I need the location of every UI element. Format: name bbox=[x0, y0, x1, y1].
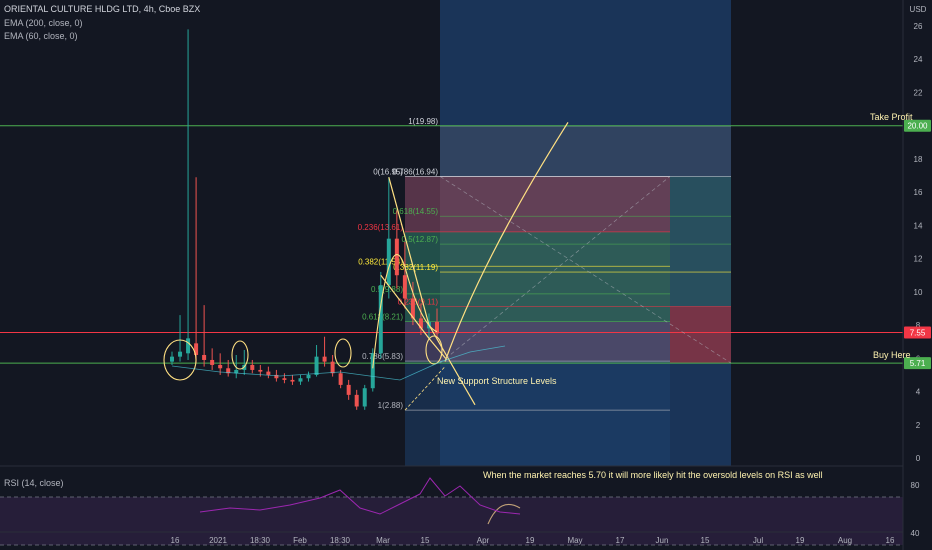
candle-body bbox=[250, 364, 255, 370]
price-tick-label: 2 bbox=[916, 421, 921, 430]
price-tick-label: 10 bbox=[914, 288, 923, 297]
red-risk-box bbox=[670, 306, 731, 364]
fib-lower-label: 0.5(9.88) bbox=[371, 285, 403, 294]
rsi-tick-label: 80 bbox=[911, 481, 920, 490]
candle-body bbox=[290, 379, 295, 382]
fib-upper-label: 0.382(11.19) bbox=[393, 263, 438, 272]
rsi-tick-label: 40 bbox=[911, 529, 920, 538]
zones-layer bbox=[405, 0, 731, 466]
symbol-title: ORIENTAL CULTURE HLDG LTD, 4h, Cboe BZX bbox=[4, 4, 201, 14]
candle-body bbox=[266, 371, 271, 375]
candle-body bbox=[298, 378, 303, 382]
candle-body bbox=[186, 338, 191, 354]
time-tick-label: 18:30 bbox=[250, 536, 271, 545]
time-tick-label: 15 bbox=[701, 536, 710, 545]
price-tick-label: 26 bbox=[914, 22, 923, 31]
time-tick-label: May bbox=[567, 536, 582, 545]
price-tick-label: 24 bbox=[914, 55, 923, 64]
time-tick-label: Jun bbox=[656, 536, 669, 545]
fib-band-purple bbox=[405, 321, 670, 362]
time-tick-label: 15 bbox=[421, 536, 430, 545]
time-tick-label: 2021 bbox=[209, 536, 227, 545]
candle-body bbox=[210, 359, 215, 365]
price-tick-label: 12 bbox=[914, 255, 923, 264]
candle-body bbox=[170, 356, 174, 362]
buy-here-label: Buy Here bbox=[873, 350, 911, 360]
price-badge-label: 20.00 bbox=[907, 122, 928, 131]
candle-body bbox=[258, 369, 263, 372]
candle-body bbox=[178, 351, 183, 357]
candle-body bbox=[346, 384, 351, 395]
rsi-legend[interactable]: RSI (14, close) bbox=[4, 478, 64, 488]
price-tick-label: 0 bbox=[916, 454, 921, 463]
time-tick-label: 17 bbox=[616, 536, 625, 545]
rsi-note: When the market reaches 5.70 it will mor… bbox=[483, 470, 823, 480]
price-tick-label: 22 bbox=[914, 88, 923, 97]
time-tick-label: 19 bbox=[526, 536, 535, 545]
fib-upper-label: 0.786(16.94) bbox=[393, 168, 439, 177]
time-tick-label: 16 bbox=[171, 536, 180, 545]
candle-body bbox=[218, 364, 223, 369]
fib-band-green bbox=[405, 231, 670, 322]
price-badge-label: 7.55 bbox=[910, 329, 926, 338]
fib-upper-label: 1(19.98) bbox=[408, 117, 438, 126]
candle-body bbox=[330, 361, 335, 374]
price-badge-label: 5.71 bbox=[910, 359, 926, 368]
candle-body bbox=[402, 275, 407, 299]
candle-body bbox=[362, 388, 367, 407]
candle-body bbox=[354, 394, 359, 407]
fib-band-red bbox=[405, 176, 670, 232]
time-tick-label: Aug bbox=[838, 536, 852, 545]
fib-lower-label: 1(2.88) bbox=[378, 401, 404, 410]
rsi-band bbox=[0, 497, 903, 545]
time-tick-label: Apr bbox=[477, 536, 490, 545]
take-profit-label: Take Profit bbox=[870, 112, 913, 122]
candle-body bbox=[338, 373, 343, 385]
candle-body bbox=[202, 354, 207, 360]
price-chart[interactable]: 0(16.95)0.236(13.61)0.382(11.54)0.5(9.88… bbox=[0, 0, 932, 550]
ema-200-legend[interactable]: EMA (200, close, 0) bbox=[4, 18, 83, 28]
support-label: New Support Structure Levels bbox=[437, 376, 557, 386]
teal-reward-box bbox=[670, 176, 731, 307]
time-tick-label: 16 bbox=[886, 536, 895, 545]
time-tick-label: 19 bbox=[796, 536, 805, 545]
ema-60-legend[interactable]: EMA (60, close, 0) bbox=[4, 31, 78, 41]
time-tick-label: Mar bbox=[376, 536, 390, 545]
candle-body bbox=[306, 374, 311, 379]
candle-body bbox=[282, 378, 287, 380]
price-tick-label: 18 bbox=[914, 155, 923, 164]
highlight-circle bbox=[231, 340, 249, 370]
price-tick-label: 16 bbox=[914, 188, 923, 197]
price-tick-label: 14 bbox=[914, 221, 923, 230]
candle-body bbox=[322, 356, 327, 362]
price-tick-label: 4 bbox=[916, 388, 921, 397]
fib-lower-label: 0.786(5.83) bbox=[362, 352, 403, 361]
time-tick-label: Feb bbox=[293, 536, 307, 545]
candle-body bbox=[314, 356, 319, 375]
time-tick-label: Jul bbox=[753, 536, 763, 545]
candle-body bbox=[394, 238, 399, 276]
time-tick-label: 18:30 bbox=[330, 536, 351, 545]
currency-label: USD bbox=[910, 5, 927, 14]
